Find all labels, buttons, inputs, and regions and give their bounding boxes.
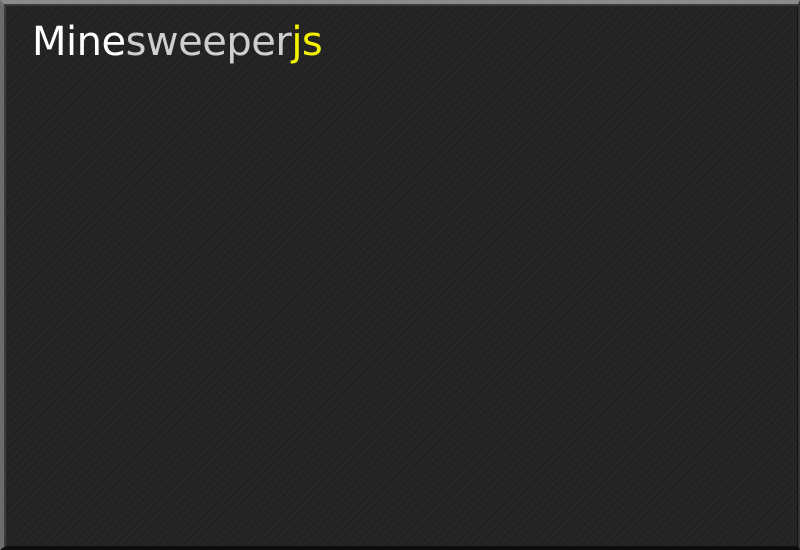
- logo-sweeper-text: sweeper: [125, 19, 292, 65]
- logo-mine-text: Mine: [32, 19, 126, 65]
- game-logo: Minesweeperjs: [32, 16, 323, 68]
- logo-js-text: js: [291, 19, 323, 65]
- game-window: Minesweeperjs: [0, 0, 800, 550]
